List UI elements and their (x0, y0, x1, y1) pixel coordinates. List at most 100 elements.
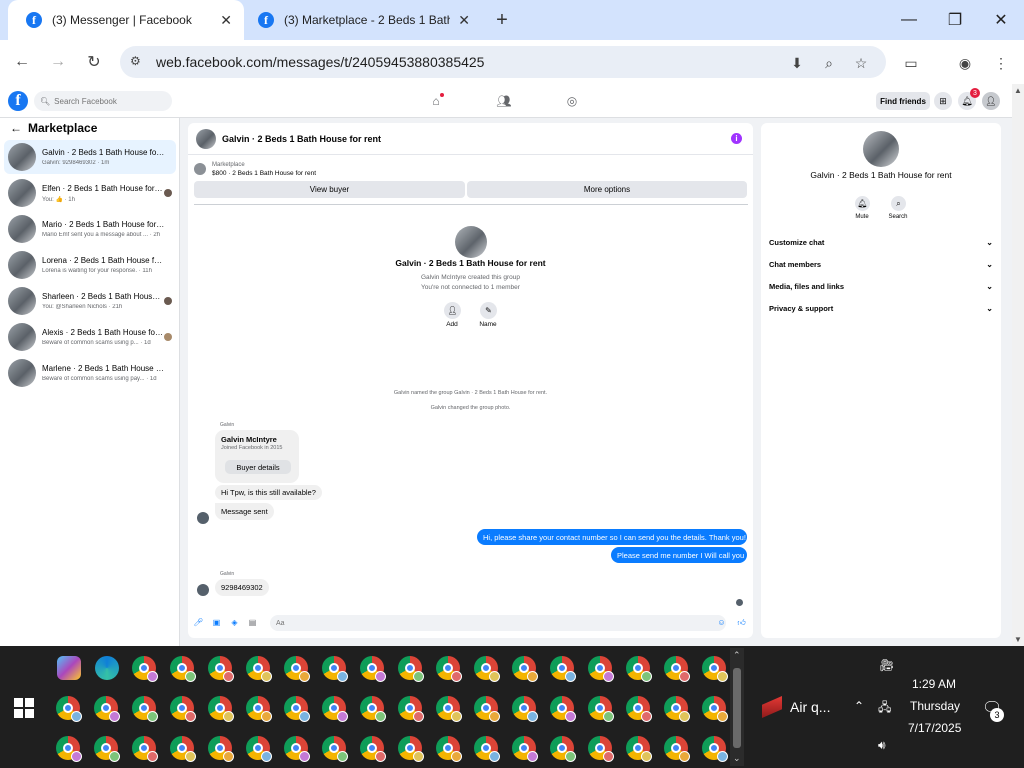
friends-icon[interactable]: 👥︎ (496, 93, 512, 109)
chrome-profile-app-icon[interactable] (436, 736, 462, 762)
chevron-up-icon[interactable]: ⌃ (854, 699, 864, 713)
chrome-profile-app-icon[interactable] (398, 656, 424, 682)
chrome-profile-app-icon[interactable] (626, 656, 652, 682)
gif-icon[interactable]: ▤ (247, 617, 258, 628)
thumbs-up-icon[interactable]: 👍︎ (736, 617, 747, 628)
chrome-profile-app-icon[interactable] (94, 696, 120, 722)
emoji-icon[interactable]: ☺ (716, 617, 727, 628)
search-input[interactable] (54, 96, 165, 106)
chrome-profile-app-icon[interactable] (246, 656, 272, 682)
chrome-profile-app-icon[interactable] (588, 696, 614, 722)
find-friends-button[interactable]: Find friends (876, 92, 930, 110)
tab-marketplace[interactable]: f (3) Marketplace - 2 Beds 1 Bath ✕ (244, 0, 482, 40)
facebook-logo-icon[interactable]: f (8, 91, 28, 111)
chat-title[interactable]: Galvin · 2 Beds 1 Bath House for rent (222, 134, 381, 144)
chrome-profile-app-icon[interactable] (398, 696, 424, 722)
chrome-profile-app-icon[interactable] (588, 656, 614, 682)
chrome-profile-app-icon[interactable] (170, 696, 196, 722)
chrome-profile-app-icon[interactable] (208, 696, 234, 722)
weather-text[interactable]: Air q... (790, 699, 830, 715)
chrome-profile-app-icon[interactable] (550, 696, 576, 722)
scroll-up-icon[interactable]: ▲ (1014, 86, 1022, 95)
copilot-icon[interactable] (57, 656, 81, 680)
taskbar-scroll[interactable]: ⌃ ⌄ (730, 648, 744, 766)
profile-icon[interactable]: ◉ (954, 52, 976, 74)
chrome-profile-app-icon[interactable] (284, 696, 310, 722)
tab-messenger[interactable]: f (3) Messenger | Facebook ✕ (8, 0, 244, 40)
close-window-icon[interactable]: ✕ (978, 0, 1024, 40)
close-tab-icon[interactable]: ✕ (458, 12, 470, 29)
chrome-profile-app-icon[interactable] (208, 736, 234, 762)
speaker-icon[interactable]: 🔊︎ (878, 738, 886, 753)
chrome-profile-app-icon[interactable] (322, 656, 348, 682)
chrome-profile-app-icon[interactable] (322, 696, 348, 722)
sticker-icon[interactable]: ◈ (229, 617, 240, 628)
minimize-icon[interactable]: — (886, 0, 932, 40)
chrome-profile-app-icon[interactable] (664, 656, 690, 682)
menu-kebab-icon[interactable]: ⋮ (990, 52, 1012, 74)
info-icon[interactable]: i (731, 133, 742, 144)
chrome-profile-app-icon[interactable] (702, 656, 728, 682)
back-arrow-icon[interactable]: ← (10, 121, 22, 135)
chrome-profile-app-icon[interactable] (246, 736, 272, 762)
chrome-profile-app-icon[interactable] (588, 736, 614, 762)
conversation-item[interactable]: Marlene · 2 Beds 1 Bath House for ... Bew… (4, 356, 176, 390)
new-tab-icon[interactable]: + (488, 9, 516, 31)
conversation-item[interactable]: Mario · 2 Beds 1 Bath House for rent Mari… (4, 212, 176, 246)
chevron-down-icon[interactable]: ⌄ (733, 753, 741, 764)
bookmark-star-icon[interactable]: ☆ (850, 52, 872, 74)
view-buyer-button[interactable]: View buyer (194, 181, 465, 198)
microphone-icon[interactable]: 🎤︎ (193, 617, 204, 628)
add-member-icon[interactable]: 👤︎ (444, 302, 461, 319)
clock-day[interactable]: Thursday (910, 699, 960, 713)
meet-now-icon[interactable]: 🎥︎ (879, 658, 894, 672)
photo-icon[interactable]: ▣ (211, 617, 222, 628)
chrome-profile-app-icon[interactable] (398, 736, 424, 762)
chrome-profile-app-icon[interactable] (56, 736, 82, 762)
chat-avatar[interactable] (196, 128, 216, 149)
site-info-icon[interactable]: ⚙ (130, 54, 141, 68)
chrome-profile-app-icon[interactable] (702, 696, 728, 722)
account-avatar[interactable]: 👤︎ (982, 92, 1000, 110)
address-bar[interactable]: ⚙ web.facebook.com/messages/t/2405945388… (120, 46, 886, 78)
chrome-profile-app-icon[interactable] (512, 736, 538, 762)
restore-icon[interactable]: ❐ (932, 0, 978, 40)
chrome-profile-app-icon[interactable] (360, 736, 386, 762)
chrome-profile-app-icon[interactable] (322, 736, 348, 762)
chrome-profile-app-icon[interactable] (94, 736, 120, 762)
facebook-search[interactable]: 🔍︎ (34, 91, 172, 111)
chrome-profile-app-icon[interactable] (132, 736, 158, 762)
back-icon[interactable]: ← (10, 50, 34, 74)
clock-date[interactable]: 7/17/2025 (908, 721, 961, 735)
edge-icon[interactable] (95, 656, 119, 680)
message-input[interactable] (270, 615, 726, 631)
chrome-profile-app-icon[interactable] (246, 696, 272, 722)
reload-icon[interactable]: ↻ (82, 50, 106, 74)
chrome-profile-app-icon[interactable] (56, 696, 82, 722)
chevron-up-icon[interactable]: ⌃ (733, 650, 741, 661)
chrome-profile-app-icon[interactable] (550, 736, 576, 762)
close-tab-icon[interactable]: ✕ (220, 12, 232, 29)
chrome-profile-app-icon[interactable] (626, 736, 652, 762)
forward-icon[interactable]: → (46, 50, 70, 74)
menu-grid-icon[interactable]: ⊞ (934, 92, 952, 110)
chat-members-section[interactable]: Chat members ⌄ (769, 256, 993, 272)
chrome-profile-app-icon[interactable] (284, 736, 310, 762)
media-files-section[interactable]: Media, files and links ⌄ (769, 278, 993, 294)
network-icon[interactable]: 🖧︎ (878, 698, 891, 719)
chrome-profile-app-icon[interactable] (360, 696, 386, 722)
chrome-profile-app-icon[interactable] (702, 736, 728, 762)
scroll-thumb[interactable] (733, 668, 741, 748)
conversation-item[interactable]: Lorena · 2 Beds 1 Bath House for r... Lor… (4, 248, 176, 282)
conversation-item[interactable]: Alexis · 2 Beds 1 Bath House for ... Bewa… (4, 320, 176, 354)
groups-icon[interactable]: ◎ (564, 93, 580, 109)
chrome-profile-app-icon[interactable] (550, 656, 576, 682)
conversation-item[interactable]: Sharleen · 2 Beds 1 Bath House f... You: … (4, 284, 176, 318)
chrome-profile-app-icon[interactable] (474, 736, 500, 762)
chrome-profile-app-icon[interactable] (284, 656, 310, 682)
chrome-profile-app-icon[interactable] (436, 696, 462, 722)
privacy-support-section[interactable]: Privacy & support ⌄ (769, 300, 993, 316)
conversation-item[interactable]: Galvin · 2 Beds 1 Bath House for rent Gal… (4, 140, 176, 174)
more-options-button[interactable]: More options (467, 181, 747, 198)
pencil-icon[interactable]: ✎ (480, 302, 497, 319)
